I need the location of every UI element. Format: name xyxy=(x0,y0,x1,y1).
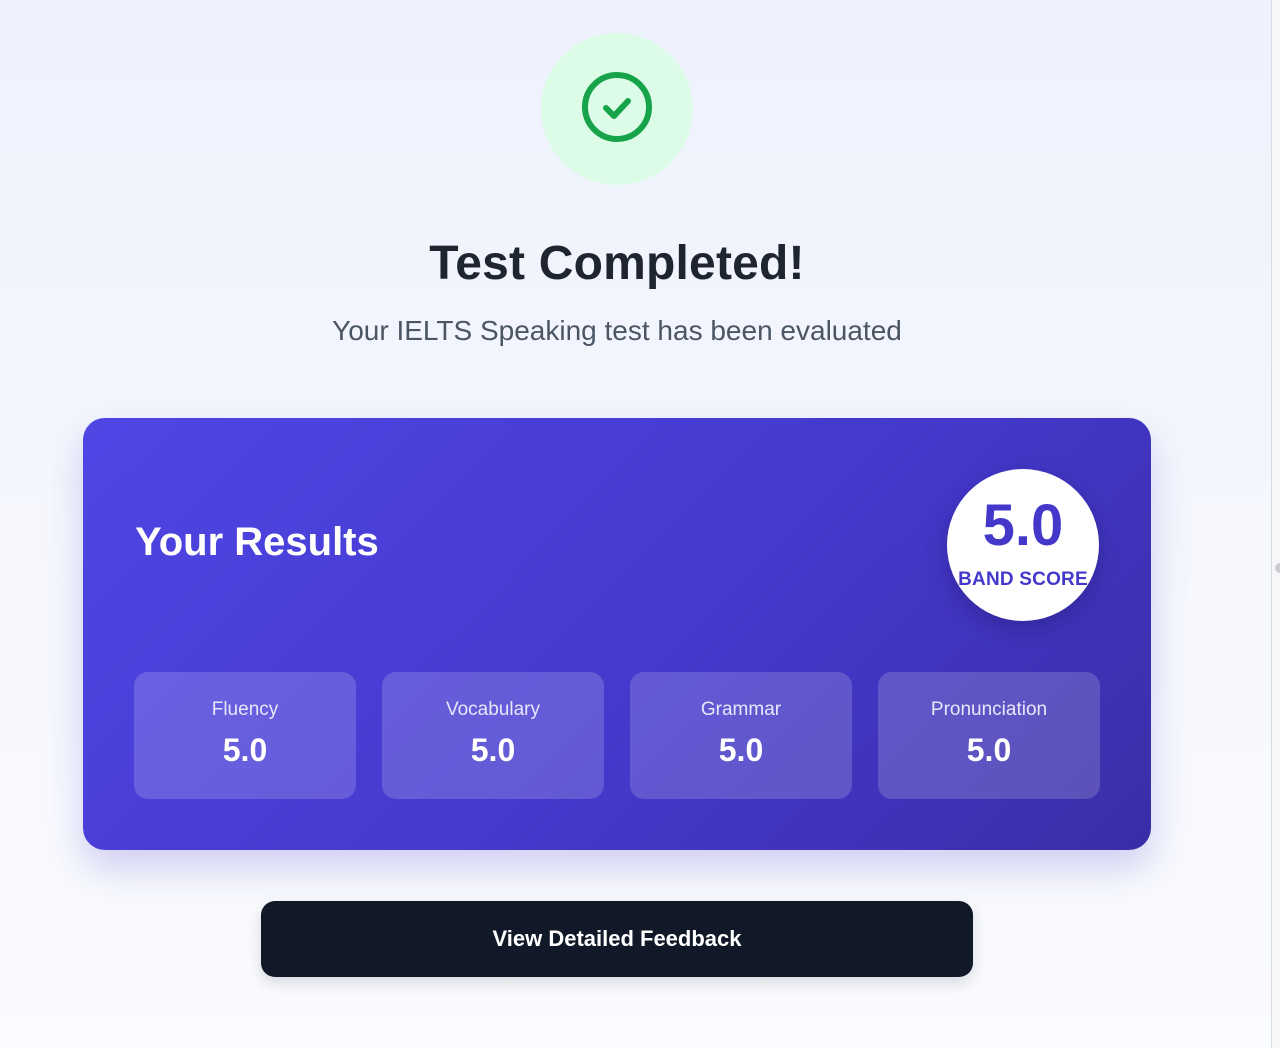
metric-label: Vocabulary xyxy=(445,699,540,720)
band-score-value: 5.0 xyxy=(982,493,1064,558)
results-card: Your Results 5.0 BAND SCORE Fluency 5.0 … xyxy=(83,418,1151,850)
metric-label: Grammar xyxy=(700,699,782,720)
check-circle-icon xyxy=(581,71,653,148)
metric-value: 5.0 xyxy=(470,732,516,768)
metric-value: 5.0 xyxy=(222,732,268,768)
scrollbar[interactable] xyxy=(1271,0,1280,1048)
metric-value: 5.0 xyxy=(966,732,1012,768)
band-score-label: BAND SCORE xyxy=(958,569,1088,590)
metric-value: 5.0 xyxy=(718,732,764,768)
metric-card-vocabulary: Vocabulary 5.0 xyxy=(382,672,604,799)
metric-card-pronunciation: Pronunciation 5.0 xyxy=(878,672,1100,799)
band-score-badge: 5.0 BAND SCORE xyxy=(947,469,1099,621)
success-badge xyxy=(541,33,693,185)
page-subtitle: Your IELTS Speaking test has been evalua… xyxy=(332,315,902,346)
page-title: Test Completed! xyxy=(429,237,805,290)
results-title: Your Results xyxy=(135,520,379,564)
view-detailed-feedback-button[interactable]: View Detailed Feedback xyxy=(261,901,973,977)
metric-card-grammar: Grammar 5.0 xyxy=(630,672,852,799)
metric-label: Fluency xyxy=(211,699,279,720)
scrollbar-handle[interactable] xyxy=(1275,563,1280,573)
metric-card-fluency: Fluency 5.0 xyxy=(134,672,356,799)
results-page: Test Completed! Your IELTS Speaking test… xyxy=(0,0,1272,1048)
metric-label: Pronunciation xyxy=(930,699,1048,720)
